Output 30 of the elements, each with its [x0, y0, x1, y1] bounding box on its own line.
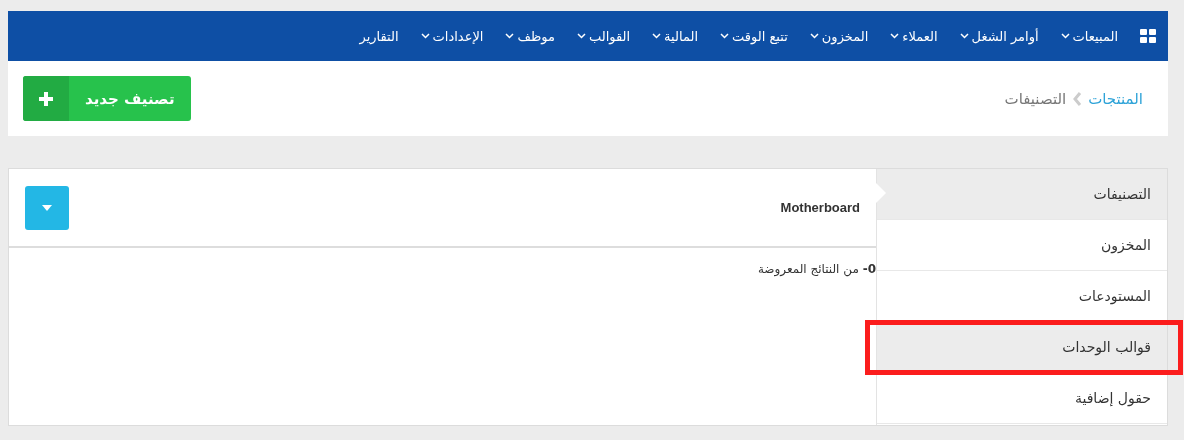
nav-menu-item[interactable]: الإعدادات — [420, 28, 484, 44]
grid-icon[interactable] — [1140, 29, 1156, 43]
nav-menu-item[interactable]: التقارير — [359, 28, 399, 44]
caret-icon — [890, 33, 900, 39]
nav-menu-item[interactable]: المبيعات — [1060, 28, 1118, 44]
caret-icon — [809, 33, 819, 39]
breadcrumb-current: التصنيفات — [1004, 89, 1067, 108]
caret-icon — [720, 33, 729, 39]
nav-menu-item[interactable]: المخزون — [809, 28, 869, 44]
category-title: Motherboard — [780, 200, 860, 215]
caret-icon — [959, 33, 969, 39]
nav-menu-item[interactable]: العملاء — [890, 28, 938, 44]
nav-menu-item[interactable]: موظف — [505, 28, 555, 44]
sidebar-item[interactable]: التصنيفات — [877, 169, 1167, 220]
caret-icon — [42, 204, 52, 211]
sidebar-item[interactable]: المخزون — [877, 220, 1167, 271]
caret-icon — [576, 33, 586, 39]
caret-icon — [505, 33, 515, 39]
plus-icon — [39, 91, 53, 106]
nav-menu-item[interactable]: القوالب — [576, 28, 631, 44]
caret-icon — [652, 33, 662, 39]
pointer-notch — [876, 183, 886, 203]
nav-menu-item[interactable]: أوامر الشغل — [959, 28, 1039, 44]
sidebar-item[interactable]: حقول إضافية — [877, 373, 1167, 424]
sidebar-item[interactable]: المستودعات — [877, 271, 1167, 322]
caret-icon — [1060, 33, 1070, 39]
nav-menu-item[interactable]: تتبع الوقت — [720, 28, 788, 44]
caret-icon — [420, 33, 430, 39]
nav-menu-item[interactable]: المالية — [652, 28, 698, 44]
chevron-icon — [1072, 91, 1083, 106]
